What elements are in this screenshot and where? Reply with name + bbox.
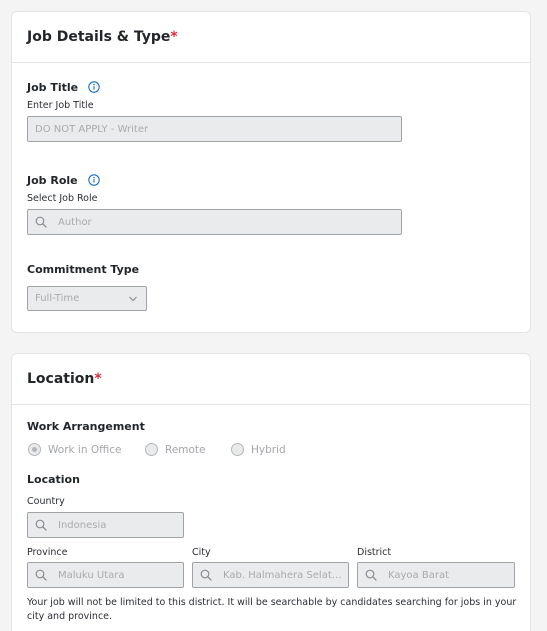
job-title-label-row: Job Title xyxy=(27,76,100,95)
search-icon xyxy=(365,569,377,581)
radio-label: Remote xyxy=(165,443,206,456)
district-search-input[interactable]: Kayoa Barat xyxy=(357,562,515,588)
district-label: District xyxy=(357,547,392,558)
location-title: Location xyxy=(27,371,95,387)
radio-label: Hybrid xyxy=(251,443,286,456)
work-arrangement-label: Work Arrangement xyxy=(27,420,145,433)
job-role-label: Job Role xyxy=(27,174,78,187)
city-label: City xyxy=(192,547,211,558)
job-details-title: Job Details & Type xyxy=(27,29,171,45)
city-search-input[interactable]: Kab. Halmahera Selatan xyxy=(192,562,349,588)
province-search-input[interactable]: Maluku Utara xyxy=(27,562,184,588)
job-title-value: DO NOT APPLY - Writer xyxy=(35,123,149,135)
location-help-text: Your job will not be limited to this dis… xyxy=(27,597,517,622)
radio-button-selected[interactable] xyxy=(28,443,41,456)
province-value: Maluku Utara xyxy=(58,569,125,581)
location-section-label: Location xyxy=(27,473,80,486)
country-value: Indonesia xyxy=(58,519,107,531)
info-icon[interactable] xyxy=(88,81,100,93)
job-role-value: Author xyxy=(58,216,92,228)
radio-button[interactable] xyxy=(231,443,244,456)
job-details-card: Job Details & Type * Job Title Enter Job … xyxy=(11,11,531,333)
job-role-sublabel: Select Job Role xyxy=(27,193,98,204)
info-icon[interactable] xyxy=(87,174,100,186)
search-icon xyxy=(35,216,47,228)
search-icon xyxy=(35,519,47,531)
job-role-search-input[interactable]: Author xyxy=(27,209,402,235)
province-label: Province xyxy=(27,547,68,558)
country-search-input[interactable]: Indonesia xyxy=(27,512,184,538)
search-icon xyxy=(35,569,47,581)
location-header: Location * xyxy=(12,354,530,405)
radio-button[interactable] xyxy=(145,443,158,456)
country-label: Country xyxy=(27,496,65,507)
location-card: Location * Work Arrangement Work in Offic… xyxy=(11,353,531,631)
radio-work-in-office[interactable]: Work in Office xyxy=(28,443,122,456)
commitment-type-label: Commitment Type xyxy=(27,263,140,276)
job-title-input[interactable]: DO NOT APPLY - Writer xyxy=(27,116,402,142)
required-asterisk: * xyxy=(170,29,178,45)
radio-label: Work in Office xyxy=(48,443,122,456)
chevron-down-icon xyxy=(129,296,137,302)
job-title-label: Job Title xyxy=(27,81,79,94)
job-title-sublabel: Enter Job Title xyxy=(27,100,94,111)
search-icon xyxy=(200,569,212,581)
district-value: Kayoa Barat xyxy=(388,569,450,581)
job-details-header: Job Details & Type * xyxy=(12,12,530,63)
radio-hybrid[interactable]: Hybrid xyxy=(231,443,286,456)
required-asterisk: * xyxy=(94,371,102,387)
city-value: Kab. Halmahera Selatan xyxy=(223,569,344,581)
radio-remote[interactable]: Remote xyxy=(145,443,206,456)
commitment-type-select[interactable]: Full-Time xyxy=(27,286,147,311)
commitment-type-value: Full-Time xyxy=(35,293,80,304)
job-role-label-row: Job Role xyxy=(27,169,100,188)
